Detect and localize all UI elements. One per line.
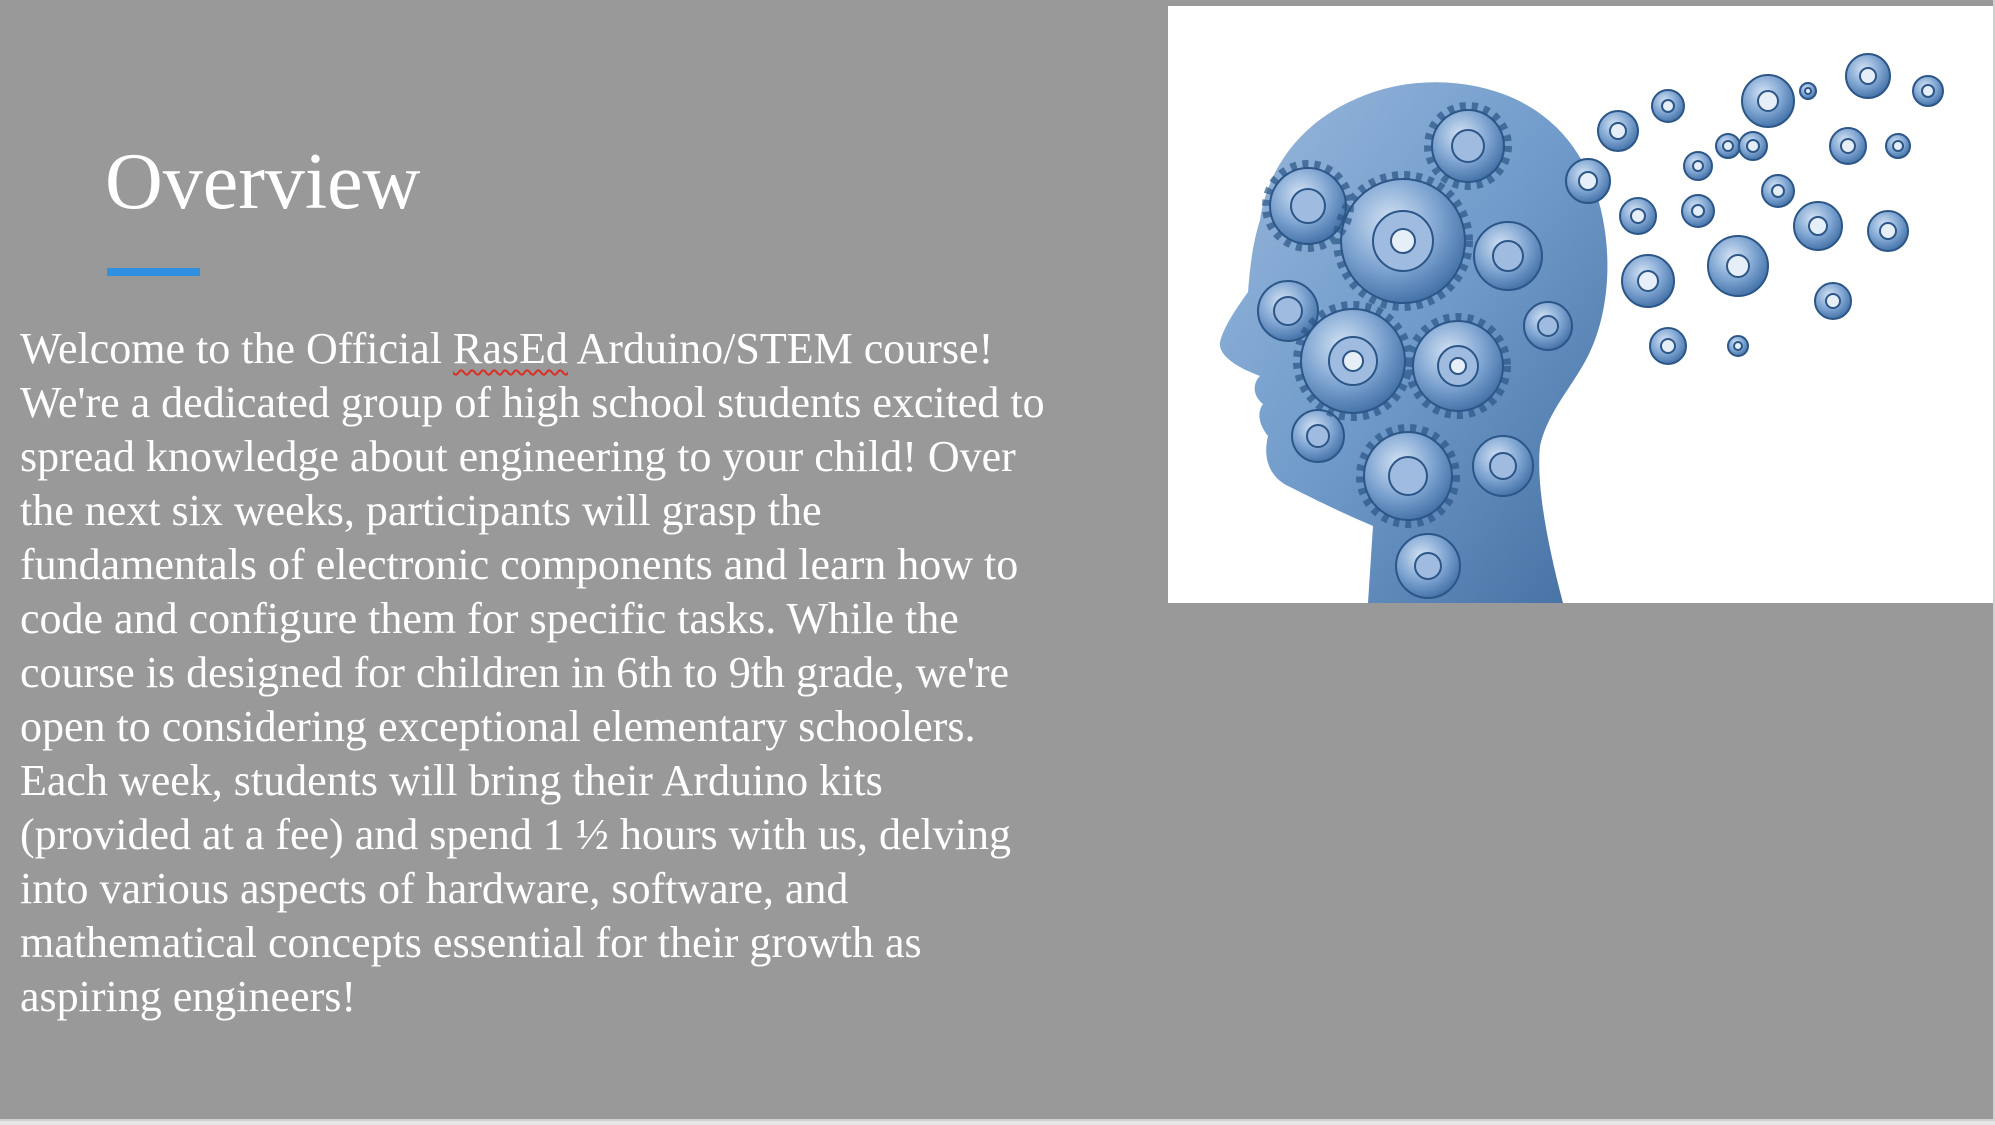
gear-icon bbox=[1681, 194, 1715, 228]
gear-icon bbox=[1727, 335, 1749, 357]
body-line: Each week, students will bring their Ard… bbox=[20, 756, 883, 805]
gear-icon bbox=[1738, 131, 1768, 161]
title-accent-line bbox=[107, 268, 200, 276]
gear-icon bbox=[1649, 327, 1687, 365]
gear-icon bbox=[1715, 133, 1741, 159]
gear-icon bbox=[1472, 435, 1534, 497]
gear-icon bbox=[1473, 221, 1543, 291]
gear-icon bbox=[1619, 197, 1657, 235]
gear-icon bbox=[1651, 89, 1685, 123]
body-line: Welcome to the Official RasEd Arduino/ST… bbox=[20, 324, 994, 373]
gear-icon bbox=[1363, 431, 1453, 521]
slide-title[interactable]: Overview bbox=[105, 132, 420, 232]
body-line: code and configure them for specific tas… bbox=[20, 594, 959, 643]
gear-icon bbox=[1340, 178, 1466, 304]
body-line: mathematical concepts essential for thei… bbox=[20, 918, 922, 967]
body-line: We're a dedicated group of high school s… bbox=[20, 378, 1045, 427]
gear-icon bbox=[1845, 53, 1891, 99]
gear-icon bbox=[1621, 254, 1675, 308]
gear-icon bbox=[1912, 75, 1944, 107]
gear-icon bbox=[1291, 409, 1345, 463]
body-line: fundamentals of electronic components an… bbox=[20, 540, 1019, 589]
gear-icon bbox=[1799, 82, 1817, 100]
body-line: (provided at a fee) and spend 1 ½ hours … bbox=[20, 810, 1011, 859]
gear-icon bbox=[1523, 301, 1573, 351]
gear-icon bbox=[1707, 235, 1769, 297]
slide-body-text[interactable]: Welcome to the Official RasEd Arduino/ST… bbox=[20, 322, 1140, 1024]
gear-icon bbox=[1597, 110, 1639, 152]
body-line: aspiring engineers! bbox=[20, 972, 356, 1021]
gear-icon bbox=[1829, 127, 1867, 165]
gear-icon bbox=[1431, 109, 1505, 183]
gear-icon bbox=[1269, 167, 1347, 245]
body-line: course is designed for children in 6th t… bbox=[20, 648, 1010, 697]
gear-icon bbox=[1761, 174, 1795, 208]
gear-icon bbox=[1412, 320, 1504, 412]
slide: Overview Welcome to the Official RasEd A… bbox=[0, 0, 1995, 1121]
gear-icon bbox=[1683, 151, 1713, 181]
body-line: spread knowledge about engineering to yo… bbox=[20, 432, 1016, 481]
body-line: the next six weeks, participants will gr… bbox=[20, 486, 822, 535]
gear-icon bbox=[1867, 210, 1909, 252]
gear-icon bbox=[1793, 201, 1843, 251]
gear-head-image[interactable] bbox=[1168, 6, 1993, 603]
body-line: open to considering exceptional elementa… bbox=[20, 702, 976, 751]
gear-icon bbox=[1395, 533, 1461, 599]
gear-icon bbox=[1814, 282, 1852, 320]
gear-icon bbox=[1741, 74, 1795, 128]
gear-icon bbox=[1565, 158, 1611, 204]
gear-icon bbox=[1885, 133, 1911, 159]
gear-head-icon bbox=[1219, 53, 1944, 603]
body-line: into various aspects of hardware, softwa… bbox=[20, 864, 849, 913]
gear-icon bbox=[1300, 308, 1406, 414]
misspelled-word[interactable]: RasEd bbox=[453, 324, 568, 373]
